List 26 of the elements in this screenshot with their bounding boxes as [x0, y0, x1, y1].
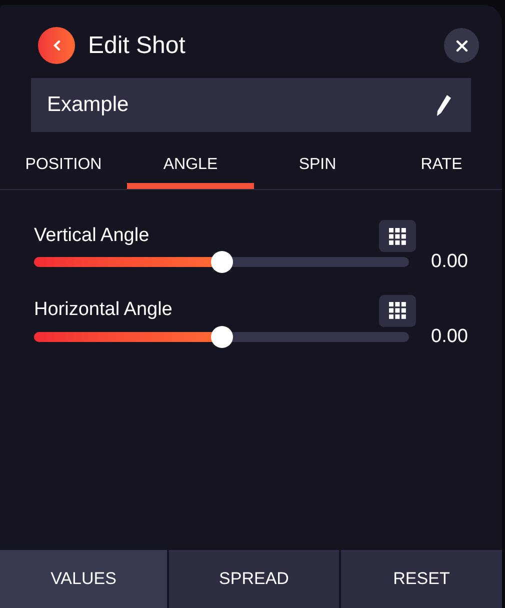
chevron-left-icon: [52, 40, 60, 51]
footer-button[interactable]: SPREAD: [169, 550, 339, 608]
slider-label: Vertical Angle: [34, 224, 150, 248]
window-title: Edit Shot: [88, 30, 186, 60]
slider-label: Horizontal Angle: [34, 298, 172, 322]
tab[interactable]: POSITION: [0, 152, 127, 189]
slider-thumb[interactable]: [210, 326, 232, 348]
footer-button[interactable]: RESET: [341, 550, 502, 608]
footer-button[interactable]: VALUES: [0, 550, 167, 608]
back-button[interactable]: [38, 27, 75, 64]
tab[interactable]: RATE: [381, 152, 502, 189]
grid-icon: [389, 302, 406, 319]
name-field[interactable]: Example: [31, 78, 471, 132]
slider[interactable]: [34, 251, 410, 274]
pencil-icon: [435, 93, 453, 117]
slider-value: 0.00: [431, 324, 468, 348]
tab[interactable]: ANGLE: [127, 152, 254, 189]
close-button[interactable]: [444, 28, 479, 63]
tab[interactable]: SPIN: [254, 152, 381, 189]
keypad-button[interactable]: [379, 294, 416, 326]
keypad-button[interactable]: [379, 220, 416, 252]
slider[interactable]: [34, 326, 410, 348]
close-icon: [456, 40, 468, 52]
slider-value: 0.00: [431, 250, 468, 274]
grid-icon: [389, 228, 406, 244]
slider-thumb[interactable]: [210, 251, 232, 274]
